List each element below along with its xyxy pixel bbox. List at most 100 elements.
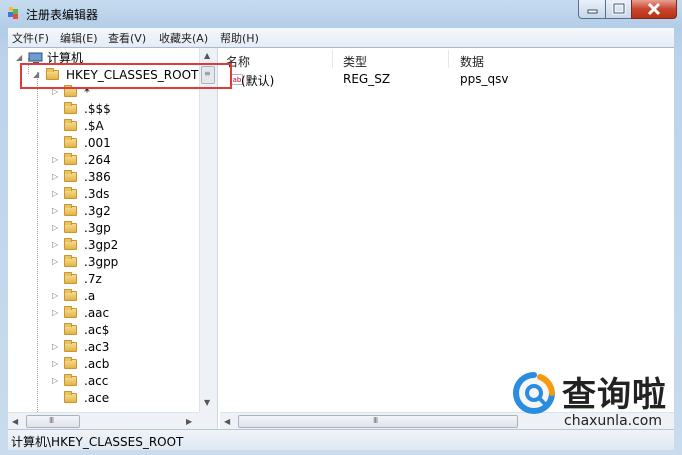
folder-icon: [64, 221, 77, 233]
column-separator[interactable]: [332, 50, 333, 68]
value-type: REG_SZ: [343, 72, 391, 86]
tree-node-label: .3g2: [84, 204, 111, 218]
magnifier-logo-icon: [513, 372, 555, 414]
maximize-button[interactable]: [605, 0, 632, 19]
tree-node[interactable]: ▷ .3gp2: [8, 237, 208, 254]
grip-icon: III: [49, 416, 54, 425]
tree-node-label: .3ds: [84, 187, 110, 201]
watermark-url: chaxunla.com: [564, 413, 662, 429]
column-separator[interactable]: [448, 50, 449, 68]
folder-icon: [64, 340, 77, 352]
scroll-down-icon[interactable]: ▼: [204, 398, 210, 408]
folder-icon: [64, 187, 77, 199]
folder-icon: [64, 289, 77, 301]
tree-node[interactable]: .001: [8, 135, 208, 152]
collapse-arrow-icon[interactable]: ◢: [16, 53, 24, 63]
folder-icon: [64, 204, 77, 216]
column-header-type[interactable]: 类型: [343, 53, 367, 70]
tree-node-label: .$A: [84, 119, 104, 133]
menu-favorites[interactable]: 收藏夹(A): [159, 30, 208, 46]
expand-arrow-icon[interactable]: ▷: [52, 342, 60, 352]
minimize-button[interactable]: [578, 0, 606, 19]
tree-horizontal-scrollbar[interactable]: ◀ III ▶: [8, 412, 199, 429]
scroll-left-icon[interactable]: ◀: [224, 417, 230, 427]
folder-icon: [64, 306, 77, 318]
scroll-right-icon[interactable]: ▶: [186, 417, 192, 427]
folder-icon: [64, 272, 77, 284]
expand-arrow-icon[interactable]: ▷: [52, 257, 60, 267]
tree-node[interactable]: .ace: [8, 390, 208, 407]
menu-edit[interactable]: 编辑(E): [60, 30, 98, 46]
tree-node-label: .ac3: [84, 340, 110, 354]
tree-node[interactable]: .ac$: [8, 322, 208, 339]
list-header: 名称 类型 数据: [220, 48, 674, 70]
folder-icon: [64, 119, 77, 131]
scroll-thumb[interactable]: III: [238, 415, 518, 428]
tree-node[interactable]: ▷ .acb: [8, 356, 208, 373]
expand-arrow-icon[interactable]: ▷: [52, 189, 60, 199]
folder-icon: [64, 357, 77, 369]
tree-node-label: .ac$: [84, 323, 110, 337]
tree-node[interactable]: .$$$: [8, 101, 208, 118]
menu-file[interactable]: 文件(F): [12, 30, 49, 46]
menu-help[interactable]: 帮助(H): [220, 30, 259, 46]
expand-arrow-icon[interactable]: ▷: [52, 240, 60, 250]
tree-node-label: .$$$: [84, 102, 111, 116]
watermark-brand: 查询啦: [562, 375, 667, 415]
tree-node-label: .3gp2: [84, 238, 119, 252]
scroll-thumb[interactable]: III: [26, 415, 80, 428]
expand-arrow-icon[interactable]: ▷: [52, 223, 60, 233]
tree-node-label: .3gp: [84, 221, 111, 235]
expand-arrow-icon[interactable]: ▷: [52, 376, 60, 386]
status-path: 计算机\HKEY_CLASSES_ROOT: [11, 435, 184, 449]
tree-node[interactable]: .$A: [8, 118, 208, 135]
tree-pane[interactable]: ◢ 计算机 ◢ HKEY_CLASSES_ROOT ▷ * .$$$ .$A .001 ▷…: [8, 48, 218, 429]
expand-arrow-icon[interactable]: ▷: [52, 291, 60, 301]
tree-node[interactable]: ▷ .386: [8, 169, 208, 186]
menu-view[interactable]: 查看(V): [108, 30, 146, 46]
watermark: 查询啦 chaxunla.com: [502, 365, 680, 437]
folder-icon: [64, 374, 77, 386]
tree-node[interactable]: ▷ .acc: [8, 373, 208, 390]
scroll-up-icon[interactable]: ▲: [204, 51, 210, 61]
tree-node-label: .001: [84, 136, 111, 150]
scroll-left-icon[interactable]: ◀: [12, 417, 18, 427]
window-title: 注册表编辑器: [26, 8, 99, 22]
value-name: (默认): [241, 74, 275, 88]
close-icon: [647, 2, 661, 16]
folder-icon: [64, 255, 77, 267]
tree-node[interactable]: ▷ .3gpp: [8, 254, 208, 271]
maximize-icon: [612, 2, 626, 15]
folder-icon: [64, 323, 77, 335]
expand-arrow-icon[interactable]: ▷: [52, 155, 60, 165]
tree-node[interactable]: ▷ .3g2: [8, 203, 208, 220]
regedit-icon: [8, 7, 18, 19]
tree-node-label: .acc: [84, 374, 109, 388]
folder-icon: [64, 136, 77, 148]
minimize-icon: [587, 9, 598, 14]
expand-arrow-icon[interactable]: ▷: [52, 172, 60, 182]
tree-node[interactable]: ▷ .aac: [8, 305, 208, 322]
close-button[interactable]: [631, 0, 677, 19]
tree-node[interactable]: ▷ .3ds: [8, 186, 208, 203]
tree-node[interactable]: ▷ .a: [8, 288, 208, 305]
folder-icon: [64, 153, 77, 165]
tree-node[interactable]: .7z: [8, 271, 208, 288]
tree-node[interactable]: ▷ .3gp: [8, 220, 208, 237]
tree-node-label: .aac: [84, 306, 110, 320]
expand-arrow-icon[interactable]: ▷: [52, 206, 60, 216]
tree-node-label: .386: [84, 170, 111, 184]
tree-vertical-scrollbar[interactable]: ▲ ≡ ▼: [199, 48, 217, 412]
menu-bar: 文件(F) 编辑(E) 查看(V) 收藏夹(A) 帮助(H): [8, 28, 674, 47]
registry-editor-window: 注册表编辑器 文件(F) 编辑(E) 查看(V) 收藏夹(A) 帮助(H) ◢: [0, 0, 682, 455]
title-bar[interactable]: 注册表编辑器: [0, 0, 682, 28]
tree-node-label: .264: [84, 153, 111, 167]
expand-arrow-icon[interactable]: ▷: [52, 308, 60, 318]
column-header-data[interactable]: 数据: [460, 53, 484, 70]
scrollbar-corner: [199, 412, 217, 429]
grip-icon: III: [373, 416, 378, 425]
tree-node[interactable]: ▷ .264: [8, 152, 208, 169]
expand-arrow-icon[interactable]: ▷: [52, 359, 60, 369]
tree-node[interactable]: ▷ .ac3: [8, 339, 208, 356]
folder-icon: [64, 391, 77, 403]
